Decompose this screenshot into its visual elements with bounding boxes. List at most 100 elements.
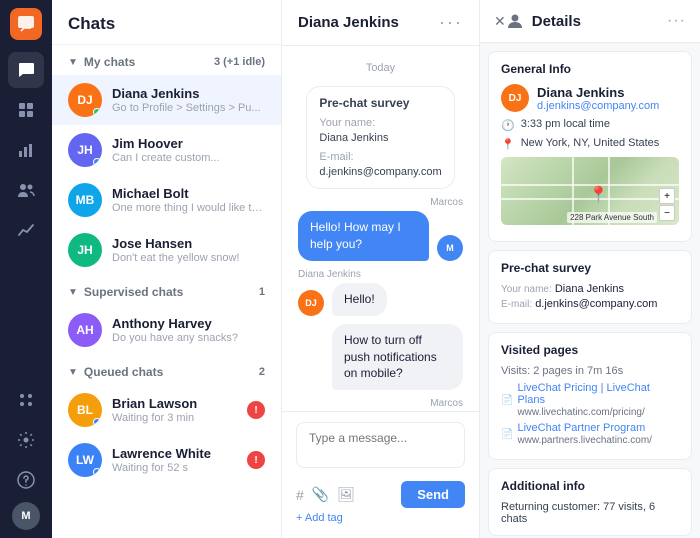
my-chats-count: 3 (+1 idle) (214, 56, 265, 68)
visitor-name: Diana Jenkins (537, 85, 659, 100)
chat-list-title: Chats (52, 0, 281, 45)
agent-sender-label: Marcos (298, 197, 463, 208)
chat-preview: Can I create custom... (112, 152, 265, 164)
chat-main-area: Diana Jenkins ··· Today Pre-chat survey … (282, 0, 480, 538)
general-info-section: General Info DJ Diana Jenkins d.jenkins@… (488, 51, 692, 242)
prechat-your-name-label: Your name: (319, 116, 441, 131)
msg-sender-marcos-1: Marcos M Hello! How may I help you? (298, 197, 463, 261)
visitor-sender-label: Diana Jenkins (298, 269, 463, 280)
visited-page-2[interactable]: 📄 LiveChat Partner Programwww.partners.l… (501, 422, 679, 446)
nav-settings[interactable] (8, 422, 44, 458)
visitor-bubble-2: How to turn off push notifications on mo… (332, 324, 463, 390)
visitor-time: 3:33 pm local time (521, 118, 610, 130)
date-label: Today (298, 62, 463, 74)
map-label: 228 Park Avenue South (567, 212, 657, 223)
agent-bubble: Hello! How may I help you? (298, 211, 429, 261)
map-zoom-in[interactable]: + (659, 188, 675, 204)
chat-preview: Waiting for 52 s (112, 462, 237, 474)
chat-name: Jose Hansen (112, 236, 265, 251)
map-zoom-out[interactable]: − (659, 205, 675, 221)
typing-indicator (93, 468, 101, 476)
chat-name: Anthony Harvey (112, 316, 265, 331)
visitor-location: New York, NY, United States (521, 137, 660, 149)
details-more-button[interactable]: ··· (667, 12, 686, 30)
chat-list-panel: Chats ▼ My chats 3 (+1 idle) DJ Diana Je… (52, 0, 282, 538)
supervised-chats-section[interactable]: ▼ Supervised chats 1 (52, 275, 281, 305)
queued-chats-label: Queued chats (84, 365, 163, 379)
nav-apps[interactable] (8, 382, 44, 418)
prechat-name-field: Your name: Diana Jenkins (501, 283, 679, 295)
chat-item-anthony-harvey[interactable]: AH Anthony Harvey Do you have any snacks… (52, 305, 281, 355)
add-tag-link[interactable]: + Add tag (296, 508, 465, 528)
close-icon[interactable]: ✕ (494, 13, 506, 30)
chat-info-anthony: Anthony Harvey Do you have any snacks? (112, 316, 265, 344)
details-panel: ✕ Details ··· General Info DJ Diana Jenk… (480, 0, 700, 538)
left-navigation: M (0, 0, 52, 538)
chat-avatar-anthony: AH (68, 313, 102, 347)
emoji-icon[interactable]: # (296, 487, 304, 503)
chat-item-jose-hansen[interactable]: JH Jose Hansen Don't eat the yellow snow… (52, 225, 281, 275)
details-header: ✕ Details ··· (480, 0, 700, 43)
chat-item-diana-jenkins[interactable]: DJ Diana Jenkins Go to Profile > Setting… (52, 75, 281, 125)
chat-header-title: Diana Jenkins (298, 14, 399, 31)
prechat-title: Pre-chat survey (319, 95, 441, 112)
nav-chats[interactable] (8, 52, 44, 88)
visitor-email: d.jenkins@company.com (537, 100, 659, 112)
chat-header-more-button[interactable]: ··· (439, 12, 463, 33)
supervised-chats-label: Supervised chats (84, 285, 183, 299)
nav-analytics[interactable] (8, 212, 44, 248)
attachment-icon[interactable]: 📎 (312, 486, 329, 503)
prechat-email-label: E-mail: (501, 299, 532, 310)
my-chats-section[interactable]: ▼ My chats 3 (+1 idle) (52, 45, 281, 75)
nav-agents[interactable] (8, 172, 44, 208)
unread-badge: ! (247, 401, 265, 419)
chat-name: Jim Hoover (112, 136, 265, 151)
chat-input[interactable] (296, 422, 465, 468)
chat-info-jose: Jose Hansen Don't eat the yellow snow! (112, 236, 265, 264)
page-icon-1: 📄 (501, 395, 513, 406)
msg-sender-marcos-2: Marcos M Go to Profile > Settings > Push… (298, 398, 463, 411)
visitor-avatar: DJ (298, 290, 324, 316)
map-controls: + − (659, 188, 675, 221)
map-inner: 📍 228 Park Avenue South (501, 157, 679, 225)
chat-info-lawrence: Lawrence White Waiting for 52 s (112, 446, 237, 474)
visitor-msg-row-2: How to turn off push notifications on mo… (332, 324, 463, 390)
prechat-survey-msg: Pre-chat survey Your name: Diana Jenkins… (298, 86, 463, 189)
typing-indicator (93, 418, 101, 426)
map-widget[interactable]: 📍 228 Park Avenue South + − (501, 157, 679, 225)
queued-chats-count: 2 (259, 366, 265, 378)
visitor-location-row: 📍 New York, NY, United States (501, 137, 679, 151)
supervised-chats-count: 1 (259, 286, 265, 298)
chat-messages: Today Pre-chat survey Your name: Diana J… (282, 46, 479, 411)
queued-chats-section[interactable]: ▼ Queued chats 2 (52, 355, 281, 385)
chat-item-lawrence-white[interactable]: LW Lawrence White Waiting for 52 s ! (52, 435, 281, 485)
chat-item-jim-hoover[interactable]: JH Jim Hoover Can I create custom... (52, 125, 281, 175)
prechat-email-label: E-mail: (319, 150, 441, 165)
image-icon[interactable]: 🖼 (337, 486, 355, 503)
map-pin: 📍 (589, 185, 609, 205)
additional-info-section: Additional info Returning customer: 77 v… (488, 468, 692, 536)
visitor-bubble: Hello! (332, 283, 387, 316)
nav-help[interactable] (8, 462, 44, 498)
app-logo (10, 8, 42, 40)
chat-header: Diana Jenkins ··· (282, 0, 479, 46)
chat-avatar-lawrence: LW (68, 443, 102, 477)
prechat-survey-title: Pre-chat survey (501, 261, 679, 275)
chat-avatar-michael: MB (68, 183, 102, 217)
nav-reports[interactable] (8, 132, 44, 168)
chat-info-michael: Michael Bolt One more thing I would like… (112, 186, 265, 214)
user-icon (506, 12, 524, 30)
send-button[interactable]: Send (401, 481, 465, 508)
prechat-email-val: d.jenkins@company.com (319, 165, 441, 180)
nav-dashboard[interactable] (8, 92, 44, 128)
user-avatar[interactable]: M (12, 502, 40, 530)
visitor-time-row: 🕐 3:33 pm local time (501, 118, 679, 132)
chat-item-michael-bolt[interactable]: MB Michael Bolt One more thing I would l… (52, 175, 281, 225)
msg-sender-diana-1: Diana Jenkins DJ Hello! (298, 269, 463, 316)
chat-item-brian-lawson[interactable]: BL Brian Lawson Waiting for 3 min ! (52, 385, 281, 435)
chat-avatar-brian: BL (68, 393, 102, 427)
agent-avatar: M (437, 235, 463, 261)
chat-preview: Go to Profile > Settings > Pu... (112, 102, 265, 114)
visited-page-1[interactable]: 📄 LiveChat Pricing | LiveChat Planswww.l… (501, 382, 679, 418)
queued-chats-chevron: ▼ (68, 367, 78, 378)
